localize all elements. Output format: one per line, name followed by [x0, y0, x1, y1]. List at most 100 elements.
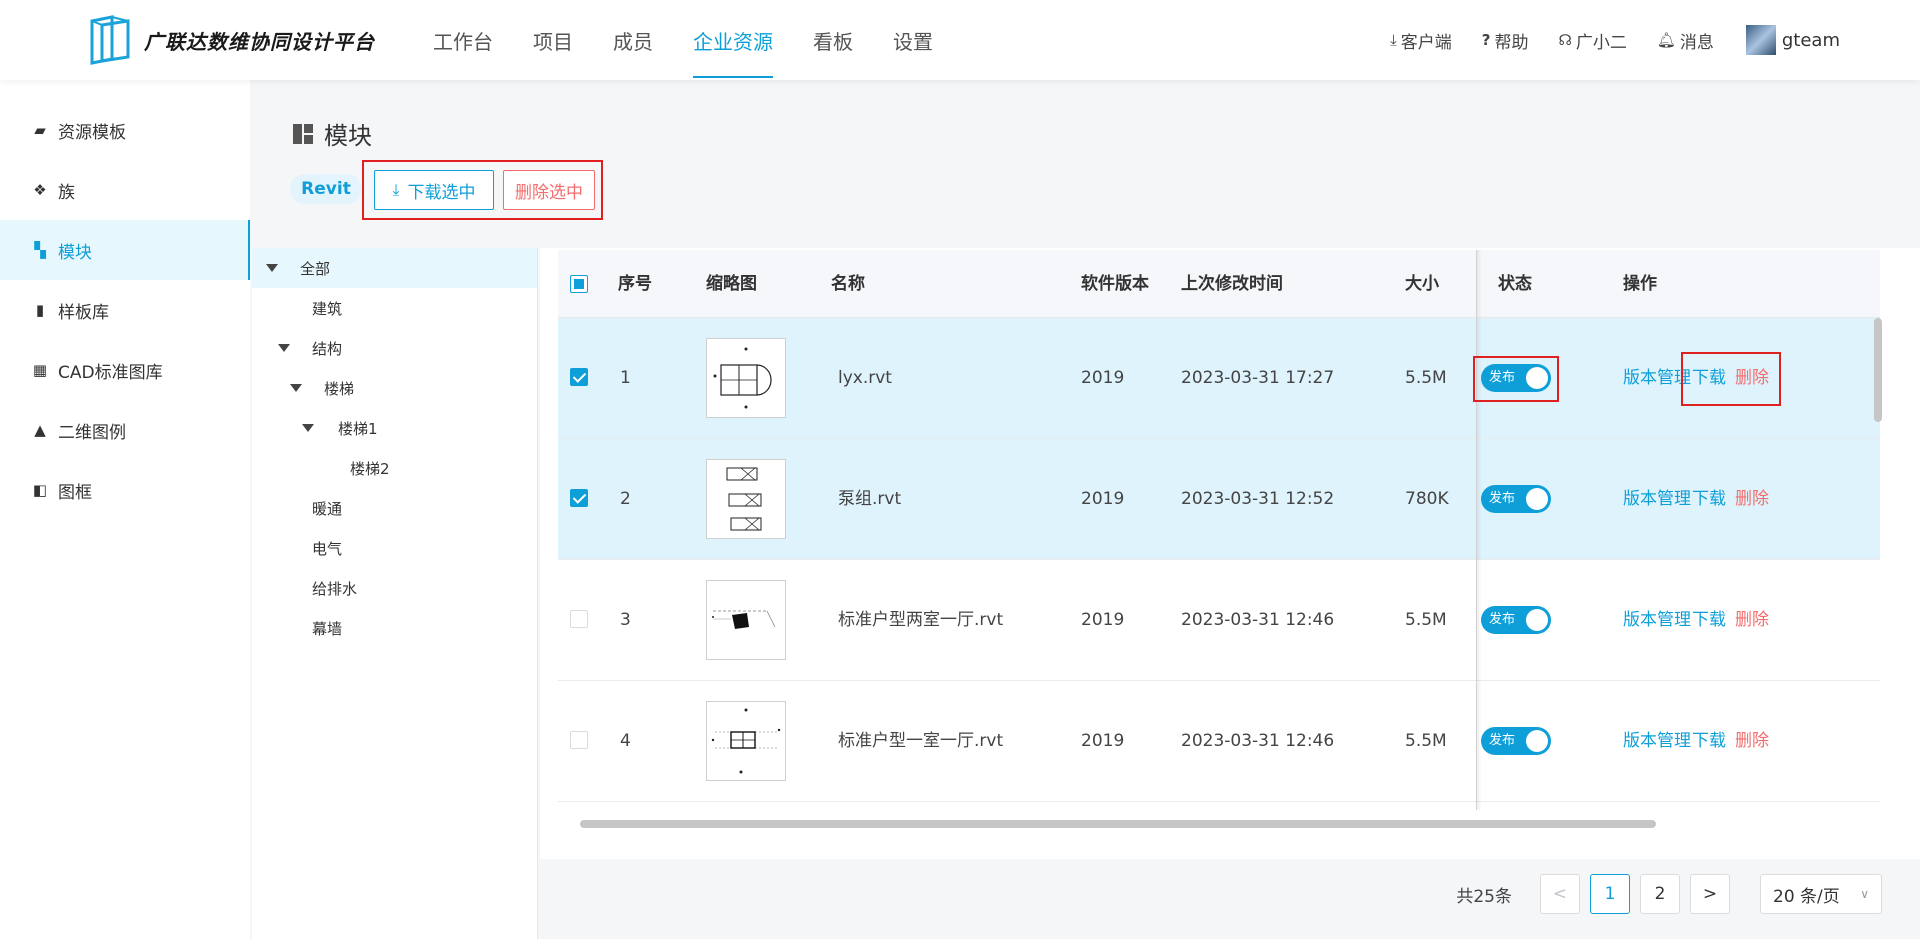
sidebar-item-resource-template[interactable]: ▰ 资源模板 — [0, 100, 250, 160]
sidebar-item-module[interactable]: ▚ 模块 — [0, 220, 250, 280]
help-link[interactable]: ? 帮助 — [1482, 28, 1529, 53]
pagination-bar: 共25条 < 1 2 > 20 条/页 ∨ — [540, 862, 1920, 939]
toggle-knob — [1526, 609, 1548, 631]
module-icon: ▚ — [34, 241, 46, 259]
caret-down-icon[interactable] — [266, 264, 278, 272]
sidebar-item-frame[interactable]: ◧ 图框 — [0, 460, 250, 520]
caret-down-icon[interactable] — [302, 424, 314, 432]
tree-node-architecture[interactable]: 建筑 — [252, 288, 537, 328]
horizontal-scrollbar[interactable] — [580, 820, 1656, 828]
messages-label: 消息 — [1679, 32, 1714, 53]
tree-node-label: 楼梯1 — [338, 419, 378, 438]
status-toggle[interactable]: 发布 — [1481, 727, 1551, 755]
version-manage-link[interactable]: 版本管理 — [1623, 681, 1691, 801]
row-checkbox[interactable] — [570, 489, 588, 507]
page-title-text: 模块 — [324, 122, 372, 150]
table-row[interactable]: 3 标准户型两室一厅.rvt 2019 2023-03-31 12:46 5.5… — [558, 560, 1880, 681]
tree-node-stairs-1[interactable]: 楼梯1 — [252, 408, 537, 448]
vertical-scrollbar[interactable] — [1874, 318, 1882, 422]
table-row[interactable]: 4 标准户型一室一厅.rvt 2019 2023-03-31 12:46 5.5… — [558, 681, 1880, 802]
row-version: 2019 — [1081, 368, 1125, 388]
thumbnail-image[interactable] — [706, 580, 786, 660]
row-version: 2019 — [1081, 610, 1125, 630]
download-link[interactable]: 下载 — [1692, 439, 1726, 559]
sidebar-item-cad-library[interactable]: ▦ CAD标准图库 — [0, 340, 250, 400]
status-toggle[interactable]: 发布 — [1481, 606, 1551, 634]
tree-node-label: 楼梯2 — [350, 459, 390, 478]
nav-enterprise-resources[interactable]: 企业资源 — [693, 0, 773, 80]
row-checkbox[interactable] — [570, 368, 588, 386]
tree-node-all[interactable]: 全部 — [252, 248, 537, 288]
download-selected-button[interactable]: ⤓ 下载选中 — [374, 170, 494, 210]
row-modified: 2023-03-31 12:52 — [1181, 489, 1335, 509]
row-checkbox[interactable] — [570, 731, 588, 749]
fixed-column-shadow — [1476, 250, 1482, 810]
username: gteam — [1781, 29, 1840, 51]
download-link[interactable]: 下载 — [1692, 560, 1726, 680]
row-size: 780K — [1405, 489, 1449, 509]
row-checkbox[interactable] — [570, 610, 588, 628]
messages-link[interactable]: 🔔︎ 消息 — [1657, 28, 1714, 53]
client-download-link[interactable]: ⤓ 客户端 — [1390, 28, 1452, 53]
row-name: 泵组.rvt — [838, 489, 902, 509]
nav-workbench[interactable]: 工作台 — [433, 0, 493, 80]
tree-node-label: 暖通 — [312, 499, 343, 518]
caret-down-icon[interactable] — [290, 384, 302, 392]
version-manage-link[interactable]: 版本管理 — [1623, 439, 1691, 559]
toggle-knob — [1526, 488, 1548, 510]
headset-icon: ☊ — [1558, 31, 1572, 49]
thumbnail-image[interactable] — [706, 701, 786, 781]
sidebar-item-2d-legend[interactable]: ▲ 二维图例 — [0, 400, 250, 460]
version-manage-link[interactable]: 版本管理 — [1623, 560, 1691, 680]
next-page-button[interactable]: > — [1690, 874, 1730, 914]
status-label: 发布 — [1489, 733, 1516, 748]
tree-node-plumbing[interactable]: 给排水 — [252, 568, 537, 608]
thumb-pump-group — [726, 467, 762, 531]
sidebar-item-family[interactable]: ❖ 族 — [0, 160, 250, 220]
select-all-checkbox[interactable] — [570, 275, 588, 293]
delete-link[interactable]: 删除 — [1735, 681, 1769, 801]
tree-node-curtain-wall[interactable]: 幕墙 — [252, 608, 537, 648]
toggle-knob — [1526, 730, 1548, 752]
col-version: 软件版本 — [1081, 274, 1149, 294]
family-icon: ❖ — [33, 181, 47, 199]
page-1-button[interactable]: 1 — [1590, 874, 1630, 914]
assistant-link[interactable]: ☊ 广小二 — [1559, 28, 1627, 53]
delete-link[interactable]: 删除 — [1735, 560, 1769, 680]
nav-projects[interactable]: 项目 — [533, 0, 573, 80]
delete-link[interactable]: 删除 — [1735, 439, 1769, 559]
download-icon: ⤓ — [1390, 31, 1397, 49]
page-2-button[interactable]: 2 — [1640, 874, 1680, 914]
page-title: 模块 — [292, 116, 372, 151]
tree-node-structure[interactable]: 结构 — [252, 328, 537, 368]
nav-dashboard[interactable]: 看板 — [813, 0, 853, 80]
col-size: 大小 — [1405, 274, 1439, 294]
revit-tag[interactable]: Revit — [290, 174, 362, 204]
row-name: lyx.rvt — [838, 368, 892, 388]
tree-node-stairs-2[interactable]: 楼梯2 — [252, 448, 537, 488]
nav-members[interactable]: 成员 — [613, 0, 653, 80]
logo-icon — [90, 15, 130, 65]
row-index: 2 — [620, 489, 631, 509]
tree-node-stairs[interactable]: 楼梯 — [252, 368, 537, 408]
sidebar-item-sample-library[interactable]: ▮ 样板库 — [0, 280, 250, 340]
logo[interactable]: 广联达数维协同设计平台 — [88, 14, 375, 66]
table-row[interactable]: 2 泵组.rvt 2019 2023-03-31 12:52 780K 发布 版… — [558, 439, 1880, 560]
thumbnail-image[interactable] — [706, 338, 786, 418]
tree-node-hvac[interactable]: 暖通 — [252, 488, 537, 528]
row-size: 5.5M — [1405, 610, 1447, 630]
tree-node-label: 给排水 — [312, 579, 358, 598]
download-link[interactable]: 下载 — [1692, 681, 1726, 801]
thumbnail-image[interactable] — [706, 459, 786, 539]
page-size-select[interactable]: 20 条/页 ∨ — [1760, 874, 1882, 914]
row-modified: 2023-03-31 17:27 — [1181, 368, 1335, 388]
nav-settings[interactable]: 设置 — [893, 0, 933, 80]
tree-node-electrical[interactable]: 电气 — [252, 528, 537, 568]
frame-icon: ◧ — [32, 481, 48, 499]
user-menu[interactable]: gteam — [1745, 25, 1840, 55]
status-toggle[interactable]: 发布 — [1481, 485, 1551, 513]
prev-page-button[interactable]: < — [1540, 874, 1580, 914]
caret-down-icon[interactable] — [278, 344, 290, 352]
row-name: 标准户型两室一厅.rvt — [838, 610, 1004, 630]
delete-selected-button[interactable]: 删除选中 — [503, 170, 595, 210]
